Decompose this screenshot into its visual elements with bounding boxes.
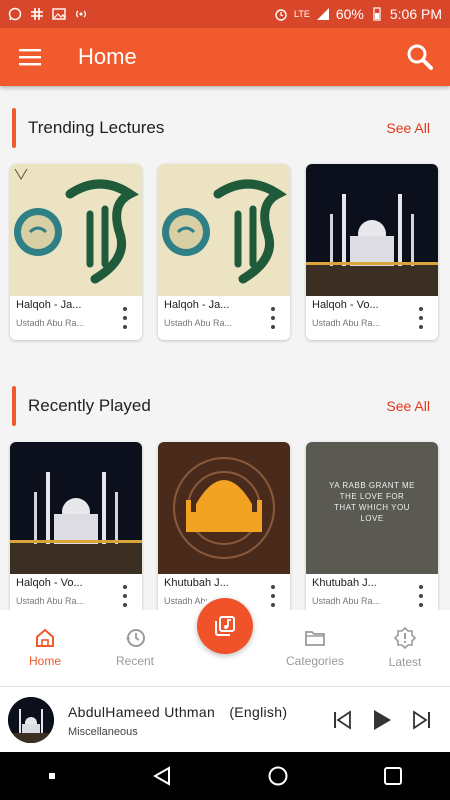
menu-button[interactable]: [0, 28, 60, 86]
player-subtitle: Miscellaneous: [68, 725, 138, 738]
lecture-card[interactable]: Halqoh - Vo... Ustadh Abu Ra...: [306, 164, 438, 340]
nav-label: Recent: [115, 654, 155, 668]
card-title: Halqoh - Vo...: [16, 577, 83, 589]
folder-icon: [305, 631, 325, 646]
network-type: LTE: [293, 9, 310, 19]
card-title: Halqoh - Ja...: [16, 299, 82, 311]
card-subtitle: Ustadh Abu Ra...: [312, 318, 381, 328]
home-content[interactable]: Trending Lectures See All Halqoh - Ja...…: [0, 86, 450, 610]
more-vert-icon[interactable]: [266, 585, 280, 607]
mosque-thumbnail: [306, 164, 438, 296]
section-accent-bar: [12, 386, 16, 426]
slack-icon: [31, 8, 43, 20]
battery-level: 60%: [335, 6, 364, 22]
app-bar: Home: [0, 28, 450, 86]
skip-next-icon: [413, 709, 430, 730]
nav-recent[interactable]: Recent: [90, 610, 180, 686]
player-artwork: [8, 696, 54, 743]
now-playing-button[interactable]: [197, 598, 253, 654]
quote-thumbnail: YA RABB GRANT ME THE LOVE FOR THAT WHICH…: [306, 442, 438, 574]
section-title: Trending Lectures: [28, 118, 165, 137]
more-vert-icon[interactable]: [118, 585, 132, 607]
bottom-navigation: Home Recent Categories Latest: [0, 596, 450, 686]
whatsapp-icon: [8, 7, 22, 21]
battery-icon: [373, 7, 381, 21]
nav-latest[interactable]: Latest: [360, 610, 450, 686]
hamburger-icon: [19, 49, 41, 66]
calligraphy-thumbnail: [158, 164, 290, 296]
card-title: Halqoh - Ja...: [164, 299, 230, 311]
trending-cards: Halqoh - Ja... Ustadh Abu Ra... Halqoh -…: [10, 164, 438, 340]
previous-button[interactable]: [322, 700, 362, 740]
alarm-icon: [275, 9, 287, 21]
more-vert-icon[interactable]: [266, 307, 280, 329]
nav-label: Categories: [285, 654, 345, 668]
lecture-card[interactable]: Khutubah J... Ustadh Abu Ra...: [158, 442, 290, 610]
card-title: Khutubah J...: [312, 577, 377, 589]
lecture-card[interactable]: YA RABB GRANT ME THE LOVE FOR THAT WHICH…: [306, 442, 438, 610]
status-bar: LTE 60% 5:06 PM: [0, 0, 450, 28]
system-navigation-bar: [0, 752, 450, 800]
nav-center: [180, 598, 270, 686]
trending-header: Trending Lectures See All: [12, 108, 438, 148]
hotspot-icon: [76, 10, 86, 18]
nav-categories[interactable]: Categories: [270, 610, 360, 686]
card-title: Halqoh - Vo...: [312, 299, 379, 311]
notification-icons: [8, 7, 88, 21]
mini-player[interactable]: AbdulHameed Uthman (English) Miscellaneo…: [0, 686, 450, 752]
history-icon: [126, 629, 145, 647]
home-icon: [36, 628, 54, 647]
card-subtitle: Ustadh Abu Ra...: [164, 318, 233, 328]
recent-header: Recently Played See All: [12, 386, 438, 426]
nav-label: Latest: [388, 655, 422, 669]
badge-alert-icon: [394, 627, 416, 649]
calligraphy-thumbnail: [10, 164, 142, 296]
image-icon: [52, 8, 66, 20]
lecture-card[interactable]: Halqoh - Vo... Ustadh Abu Ra...: [10, 442, 142, 610]
more-vert-icon[interactable]: [414, 585, 428, 607]
card-subtitle: Ustadh Abu Ra...: [16, 318, 85, 328]
skip-previous-icon: [334, 709, 351, 730]
thumbnail-quote: YA RABB GRANT ME THE LOVE FOR THAT WHICH…: [329, 481, 415, 523]
card-subtitle: Ustadh Abu Ra...: [312, 596, 381, 606]
nav-home[interactable]: Home: [0, 610, 90, 686]
lecture-card[interactable]: Halqoh - Ja... Ustadh Abu Ra...: [10, 164, 142, 340]
search-icon: [407, 44, 433, 70]
lecture-card[interactable]: Halqoh - Ja... Ustadh Abu Ra...: [158, 164, 290, 340]
play-icon: [374, 709, 391, 730]
back-icon[interactable]: [151, 765, 173, 787]
card-title: Khutubah J...: [164, 577, 229, 589]
card-subtitle: Ustadh Abu Ra...: [16, 596, 85, 606]
player-info: AbdulHameed Uthman (English) Miscellaneo…: [68, 702, 322, 738]
nav-label: Home: [28, 654, 61, 668]
mosque-thumbnail: [10, 442, 142, 574]
recents-dot-icon[interactable]: [47, 771, 57, 781]
more-vert-icon[interactable]: [118, 307, 132, 329]
home-circle-icon[interactable]: [267, 765, 289, 787]
recent-cards: Halqoh - Vo... Ustadh Abu Ra... Khutubah…: [10, 442, 438, 610]
page-title: Home: [78, 44, 137, 69]
section-accent-bar: [12, 108, 16, 148]
overview-icon[interactable]: [383, 766, 403, 786]
next-button[interactable]: [402, 700, 442, 740]
section-title: Recently Played: [28, 396, 151, 415]
music-library-icon: [215, 616, 235, 636]
search-button[interactable]: [390, 28, 450, 86]
clock: 5:06 PM: [389, 6, 442, 22]
more-vert-icon[interactable]: [414, 307, 428, 329]
player-title: AbdulHameed Uthman (English): [68, 703, 288, 720]
signal-icon: [316, 8, 329, 20]
mosque-silhouette-thumbnail: [158, 442, 290, 574]
see-all-link[interactable]: See All: [386, 398, 430, 414]
play-button[interactable]: [362, 700, 402, 740]
see-all-link[interactable]: See All: [386, 120, 430, 136]
